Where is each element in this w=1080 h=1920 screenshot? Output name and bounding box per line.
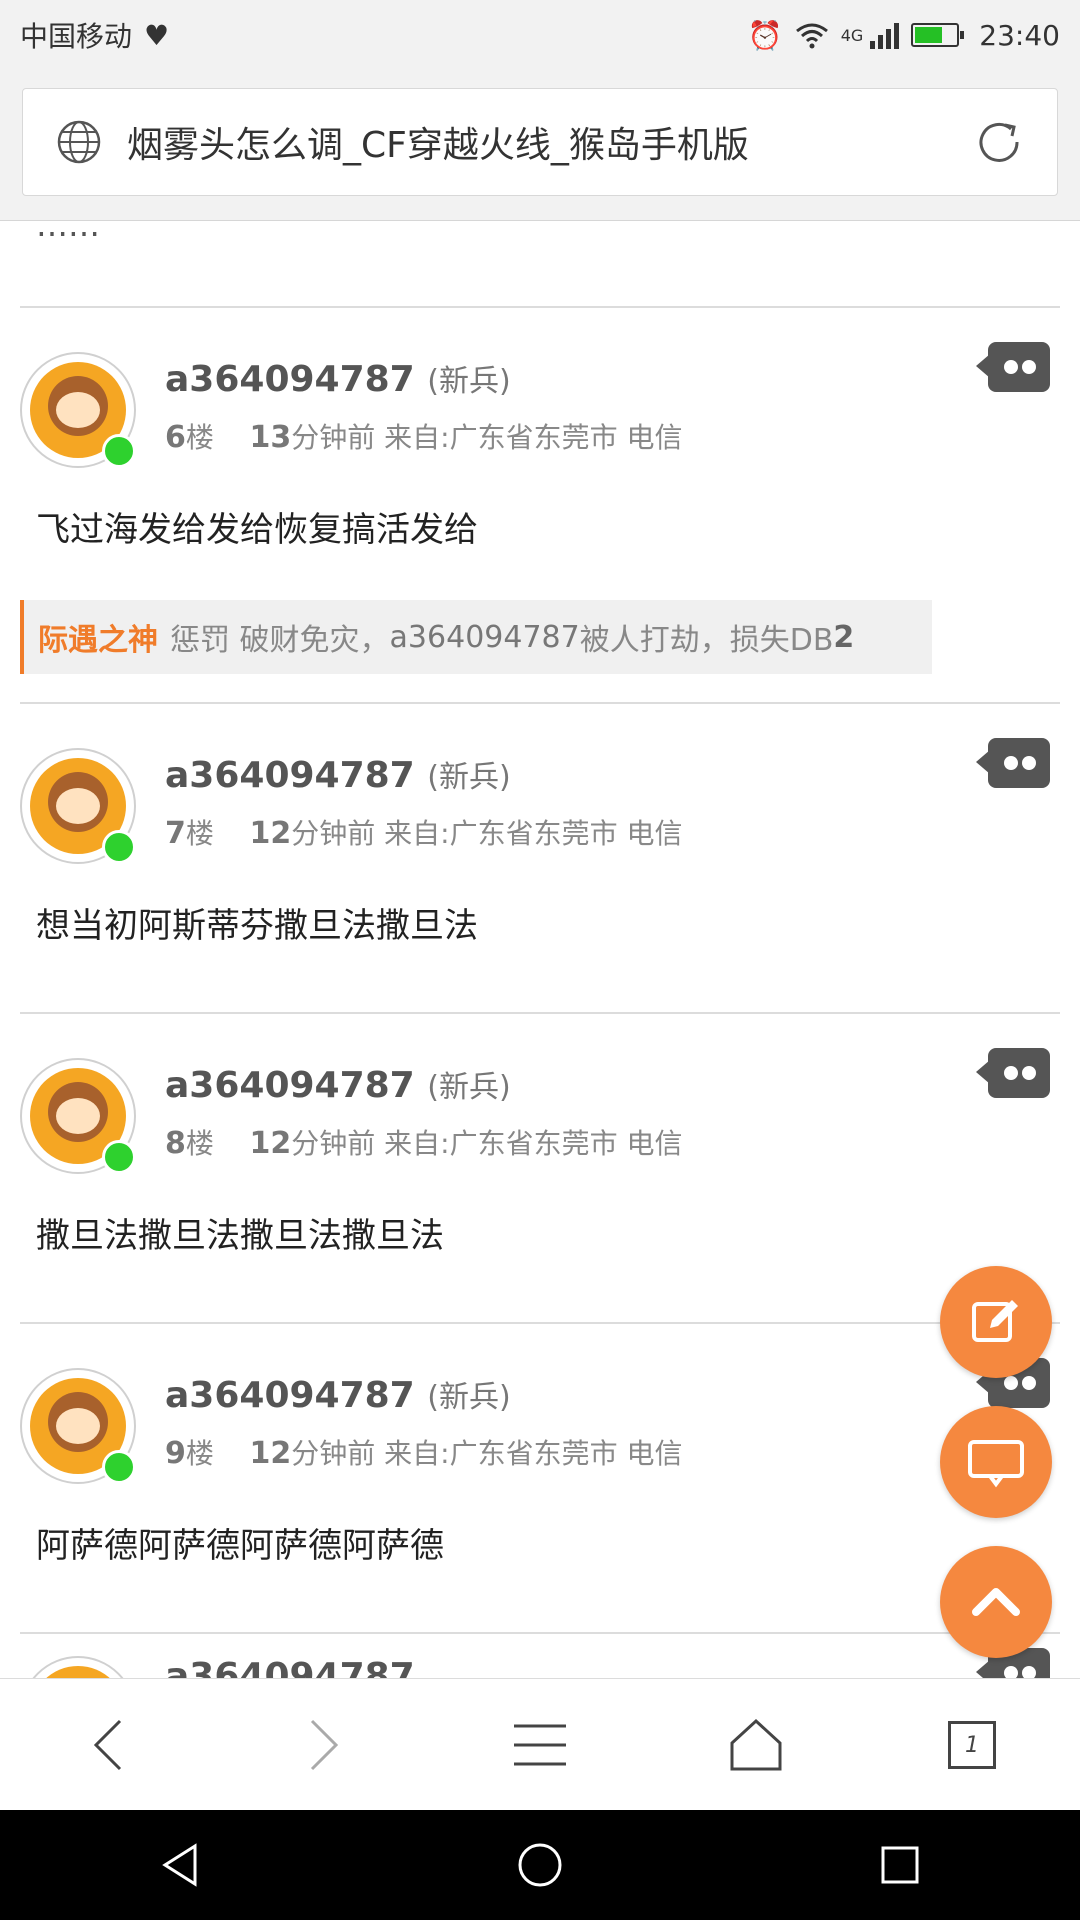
carrier-label: 中国移动 (20, 20, 133, 53)
comment-icon (968, 1440, 1024, 1488)
post-content: 阿萨德阿萨德阿萨德阿萨德 (36, 1526, 444, 1566)
username[interactable]: a364094787 (新兵) (165, 752, 511, 796)
system-back-button[interactable] (130, 1815, 230, 1915)
home-button[interactable] (711, 1700, 801, 1790)
forward-arrow-icon (310, 1719, 339, 1771)
avatar[interactable] (20, 1368, 136, 1484)
tabs-count: 1 (965, 1732, 979, 1758)
health-icon: ♥ (144, 18, 170, 52)
browser-toolbar: 烟雾头怎么调_CF穿越火线_猴岛手机版 (0, 70, 1080, 221)
post-meta: 8楼 12分钟前 来自:广东省东莞市 电信 (165, 1126, 683, 1161)
username[interactable]: a364094787 (新兵) (165, 356, 511, 400)
online-indicator (102, 434, 136, 468)
post-content: 想当初阿斯蒂芬撒旦法撒旦法 (36, 906, 478, 946)
avatar[interactable] (20, 1058, 136, 1174)
write-post-button[interactable] (940, 1266, 1052, 1378)
browser-nav-bar: 1 (0, 1678, 1080, 1811)
post-meta: 7楼 12分钟前 来自:广东省东莞市 电信 (165, 816, 683, 851)
reply-button[interactable] (940, 1406, 1052, 1518)
online-indicator (102, 1450, 136, 1484)
triangle-back-icon (162, 1843, 197, 1887)
signal-icon (870, 23, 900, 49)
avatar[interactable] (20, 352, 136, 468)
divider (20, 306, 1060, 308)
home-icon (730, 1718, 782, 1771)
clock: 23:40 (979, 18, 1060, 52)
avatar[interactable] (20, 748, 136, 864)
online-indicator (102, 1140, 136, 1174)
alarm-icon: ⏰ (747, 18, 783, 52)
wifi-icon (795, 23, 828, 49)
reply-icon[interactable] (976, 1048, 1050, 1098)
reload-icon[interactable] (971, 114, 1027, 170)
post-content: 撒旦法撒旦法撒旦法撒旦法 (36, 1216, 444, 1256)
circle-home-icon (518, 1843, 562, 1887)
square-recents-icon (881, 1846, 919, 1884)
avatar[interactable] (20, 1656, 136, 1680)
back-to-top-button[interactable] (940, 1546, 1052, 1658)
system-recents-button[interactable] (850, 1815, 950, 1915)
battery-icon (911, 23, 965, 47)
username[interactable]: a364094787 (165, 1656, 415, 1680)
divider (20, 1632, 1060, 1634)
menu-button[interactable] (495, 1700, 585, 1790)
divider (20, 702, 1060, 704)
forward-button[interactable] (279, 1700, 369, 1790)
back-button[interactable] (63, 1700, 153, 1790)
post-meta: 9楼 12分钟前 来自:广东省东莞市 电信 (165, 1436, 683, 1471)
system-nav-bar (0, 1810, 1080, 1920)
globe-icon (57, 120, 101, 164)
post-content: 飞过海发给发给恢复搞活发给 (36, 510, 478, 550)
divider (20, 1322, 1060, 1324)
post-list[interactable]: …… a364094787 (新兵) 6楼 13分钟前 来自:广东省东莞市 电信… (0, 220, 1080, 1680)
back-arrow-icon (93, 1719, 122, 1771)
username[interactable]: a364094787 (新兵) (165, 1062, 511, 1106)
reply-icon[interactable] (976, 738, 1050, 788)
online-indicator (102, 830, 136, 864)
luck-notice: 际遇之神 惩罚 破财免灾， a364094787 被人打劫，损失DB 2 (20, 600, 932, 674)
menu-icon (514, 1724, 566, 1766)
reply-icon[interactable] (976, 342, 1050, 392)
status-bar: 中国移动 ♥ ⏰ 4G 23:40 (0, 0, 1080, 70)
tabs-button[interactable]: 1 (927, 1700, 1017, 1790)
divider (20, 1012, 1060, 1014)
chevron-up-icon (972, 1588, 1020, 1616)
username[interactable]: a364094787 (新兵) (165, 1372, 511, 1416)
post-meta: 6楼 13分钟前 来自:广东省东莞市 电信 (165, 420, 683, 455)
partial-previous-content: …… (36, 220, 100, 244)
page-title[interactable]: 烟雾头怎么调_CF穿越火线_猴岛手机版 (127, 116, 971, 168)
tabs-icon: 1 (948, 1721, 996, 1769)
address-bar[interactable]: 烟雾头怎么调_CF穿越火线_猴岛手机版 (22, 88, 1058, 196)
system-home-button[interactable] (490, 1815, 590, 1915)
edit-icon (972, 1300, 1018, 1342)
network-label: 4G (840, 25, 864, 45)
